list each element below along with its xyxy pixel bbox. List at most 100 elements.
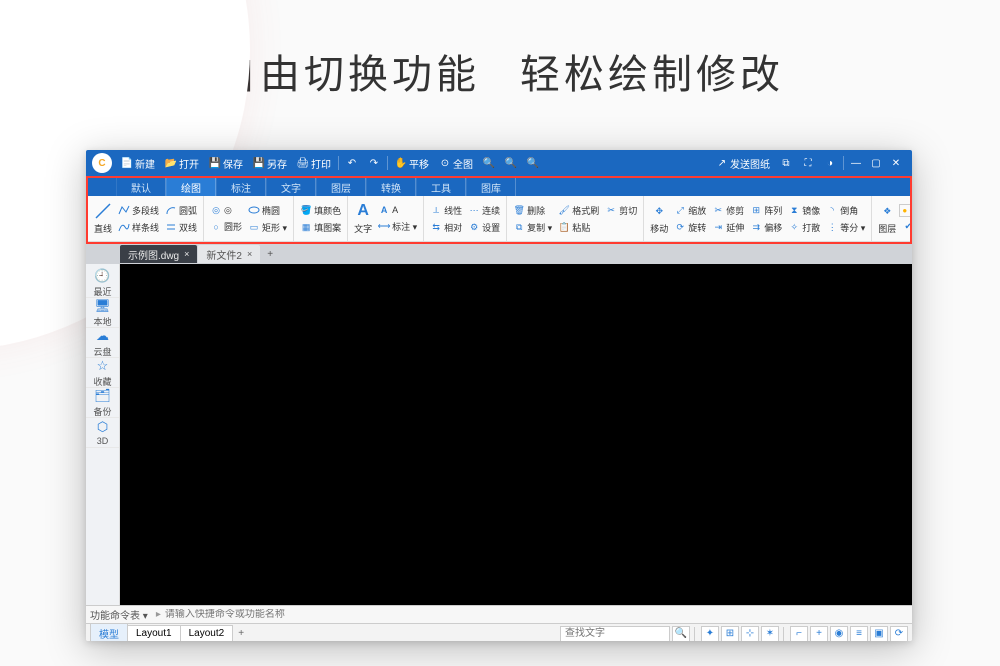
menu-draw[interactable]: 绘图 [166, 178, 216, 196]
polyline-tool[interactable]: 多段线 [115, 203, 162, 218]
scale-tool[interactable]: ⤢缩放 [671, 203, 709, 218]
new-button[interactable]: 📄新建 [116, 150, 160, 176]
snap-icon: ✦ [706, 628, 714, 639]
eye-tool[interactable]: ◎◎ [207, 203, 245, 217]
copy-link-button[interactable]: ⧉ [775, 150, 797, 176]
add-file-tab[interactable]: + [261, 249, 279, 260]
explode-tool[interactable]: ✧打散 [785, 220, 823, 235]
save-button[interactable]: 💾保存 [204, 150, 248, 176]
spline-tool[interactable]: 样条线 [115, 220, 162, 235]
array-tool[interactable]: ⊞阵列 [747, 203, 785, 218]
menu-default[interactable]: 默认 [116, 178, 166, 196]
copy-tool[interactable]: ⧉复制 ▾ [510, 220, 555, 235]
snap-toggle[interactable]: ✦ [701, 626, 719, 642]
saveas-button[interactable]: 💾另存 [248, 150, 292, 176]
search-button[interactable]: 🔍 [672, 626, 690, 642]
fullscreen-button[interactable]: ⛶ [797, 150, 819, 176]
minimize-button[interactable]: — [846, 150, 866, 176]
paste-icon: 📋 [558, 221, 570, 233]
sidebar-item-3d[interactable]: ⬡3D [86, 418, 119, 448]
menu-library[interactable]: 图库 [466, 178, 516, 196]
bucket-icon: 🪣 [300, 204, 312, 216]
refresh-button[interactable]: ⟳ [890, 626, 908, 642]
cut-tool[interactable]: ✂剪切 [602, 203, 640, 218]
print-button[interactable]: 🖨打印 [292, 150, 336, 176]
close-tab-icon[interactable]: × [184, 249, 189, 259]
track-toggle[interactable]: + [810, 626, 828, 642]
help-button[interactable]: ◑ [819, 150, 841, 176]
ortho-toggle[interactable]: ⊹ [741, 626, 759, 642]
polar-toggle[interactable]: ✶ [761, 626, 779, 642]
menu-tools[interactable]: 工具 [416, 178, 466, 196]
send-drawing-button[interactable]: ↗发送图纸 [711, 150, 775, 176]
open-button[interactable]: 📂打开 [160, 150, 204, 176]
maximize-button[interactable]: ▢ [866, 150, 886, 176]
linetype-tool[interactable]: ⟂线性 [427, 203, 465, 218]
sidebar-item-backup[interactable]: 🗂备份 [86, 388, 119, 418]
ellipse-icon [248, 204, 260, 216]
command-label[interactable]: 功能命令表 ▾ [90, 607, 148, 622]
circle-tool[interactable]: ○圆形 [207, 219, 245, 234]
align-tool[interactable]: ⇆相对 [427, 220, 465, 235]
set-current-layer[interactable]: ✔置为当前 [899, 219, 910, 234]
fillcolor-tool[interactable]: 🪣填颜色 [297, 203, 344, 218]
main-area: 🕘最近 🖥本地 ☁云盘 ☆收藏 🗂备份 ⬡3D [86, 264, 912, 605]
settings-tool[interactable]: ⚙设置 [465, 220, 503, 235]
arc-tool[interactable]: 圆弧 [162, 203, 200, 218]
color-toggle[interactable]: ◉ [830, 626, 848, 642]
osnap-toggle[interactable]: ⌐ [790, 626, 808, 642]
text-tool[interactable]: A 文字 [351, 198, 375, 239]
close-button[interactable]: ✕ [886, 150, 906, 176]
offset-tool[interactable]: ⇉偏移 [747, 220, 785, 235]
sidebar-item-favorite[interactable]: ☆收藏 [86, 358, 119, 388]
hatch-tool[interactable]: ▦填图案 [297, 220, 344, 235]
zoom-out-button[interactable]: 🔍 [500, 150, 522, 176]
sidebar-item-local[interactable]: 🖥本地 [86, 298, 119, 328]
continue-tool[interactable]: ⋯连续 [465, 203, 503, 218]
mline-tool[interactable]: 双线 [162, 220, 200, 235]
divide-tool[interactable]: ⋮等分 ▾ [823, 220, 868, 235]
line-tool[interactable]: 直线 [91, 198, 115, 239]
drawing-canvas[interactable] [120, 264, 912, 605]
add-layout[interactable]: + [232, 628, 250, 639]
sidebar-item-cloud[interactable]: ☁云盘 [86, 328, 119, 358]
matchprop-tool[interactable]: 🖌格式刷 [555, 203, 602, 218]
move-tool[interactable]: ✥ 移动 [647, 198, 671, 239]
command-input[interactable] [165, 609, 908, 620]
text-icon: A [354, 202, 372, 220]
trim-tool[interactable]: ✂修剪 [709, 203, 747, 218]
layout-tab[interactable]: Layout1 [127, 625, 181, 641]
grid-toggle[interactable]: ⊞ [721, 626, 739, 642]
layout-tab[interactable]: Layout2 [180, 625, 234, 641]
pan-button[interactable]: ✋平移 [390, 150, 434, 176]
file-tab[interactable]: 示例图.dwg× [120, 245, 197, 263]
ellipse-tool[interactable]: 椭圆 [245, 203, 290, 218]
dimension-tool[interactable]: ⟷标注 ▾ [375, 219, 420, 234]
redo-button[interactable]: ↷ [363, 150, 385, 176]
mirror-tool[interactable]: ⧗镜像 [785, 203, 823, 218]
zoom-in-button[interactable]: 🔍 [478, 150, 500, 176]
viewport-toggle[interactable]: ▣ [870, 626, 888, 642]
search-input[interactable] [560, 626, 670, 642]
layer-selector[interactable]: ● ☀ 🔒 0▾ [899, 204, 910, 217]
annotate-tool[interactable]: AA [375, 203, 420, 217]
zoom-fit-button[interactable]: ⊙全图 [434, 150, 478, 176]
close-tab-icon[interactable]: × [247, 249, 252, 259]
menu-text[interactable]: 文字 [266, 178, 316, 196]
menu-dimension[interactable]: 标注 [216, 178, 266, 196]
layout-tab-model[interactable]: 模型 [90, 623, 128, 641]
rotate-tool[interactable]: ⟳旋转 [671, 220, 709, 235]
extend-tool[interactable]: ⇥延伸 [709, 220, 747, 235]
fillet-tool[interactable]: ◝倒角 [823, 203, 868, 218]
menu-convert[interactable]: 转换 [366, 178, 416, 196]
menu-layer[interactable]: 图层 [316, 178, 366, 196]
layer-manager[interactable]: ❖ 图层 [875, 198, 899, 239]
file-tab[interactable]: 新文件2× [198, 245, 260, 263]
delete-tool[interactable]: 🗑删除 [510, 203, 555, 218]
zoom-window-button[interactable]: 🔍 [522, 150, 544, 176]
undo-button[interactable]: ↶ [341, 150, 363, 176]
rect-tool[interactable]: ▭矩形 ▾ [245, 220, 290, 235]
lineweight-toggle[interactable]: ≡ [850, 626, 868, 642]
sidebar-item-recent[interactable]: 🕘最近 [86, 268, 119, 298]
paste-tool[interactable]: 📋粘贴 [555, 220, 602, 235]
